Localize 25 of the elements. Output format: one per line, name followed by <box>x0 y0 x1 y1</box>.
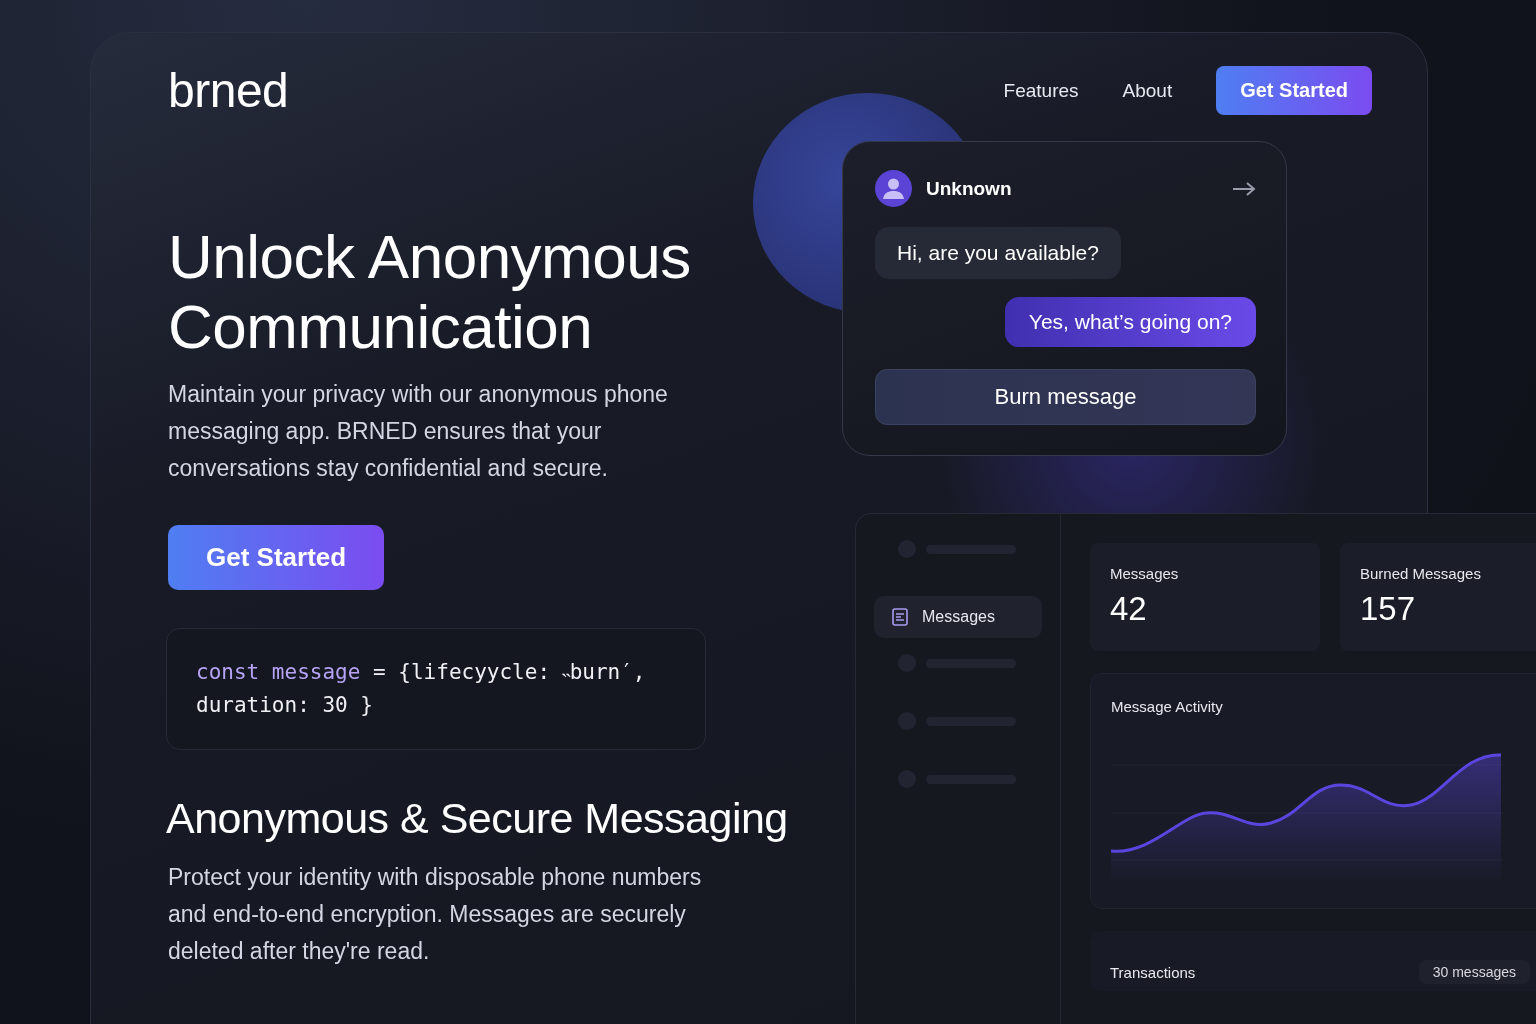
get-started-button[interactable]: Get Started <box>168 525 385 590</box>
arrow-icon[interactable] <box>1232 181 1256 196</box>
message-bubble: Hi, are you available? <box>875 227 1121 279</box>
section-heading: Anonymous & Secure Messaging <box>166 794 789 843</box>
stat-value: 157 <box>1360 590 1417 628</box>
section-description: Protect your identity with disposable phone numbers and end-to-end encryption. Messages are securely deleted after they're read. <box>168 863 703 966</box>
hero-title: Unlock Anonymous Communication <box>168 222 692 362</box>
avatar-icon <box>875 170 912 207</box>
sidebar-item[interactable]: Messages <box>874 596 1042 638</box>
code-snippet: const message = {lifecyycle: ˵burn′, duration: 30 } <box>166 628 706 750</box>
burn-message-button[interactable]: Burn message <box>875 369 1256 425</box>
get-started-button[interactable]: Get Started <box>1216 66 1372 115</box>
nav-link[interactable]: Features <box>1003 79 1079 102</box>
nav-link[interactable]: About <box>1122 79 1173 102</box>
contact-name: Unknown <box>926 177 1012 200</box>
card-title: Message Activity <box>1111 698 1224 715</box>
hero-description: Maintain your privacy with our anonymous phone messaging app. BRNED ensures that your conversations stay confidential and secure. <box>168 380 669 483</box>
logo: brned <box>168 63 289 118</box>
stat-value: 42 <box>1110 590 1148 628</box>
count-badge: 30 messages <box>1418 960 1530 984</box>
stat-label: Messages <box>1110 565 1180 582</box>
stat-label: Burned Messages <box>1360 565 1482 582</box>
message-bubble: Yes, what’s going on? <box>1004 297 1256 347</box>
card-title: Transactions <box>1110 963 1196 981</box>
document-icon <box>892 608 908 626</box>
